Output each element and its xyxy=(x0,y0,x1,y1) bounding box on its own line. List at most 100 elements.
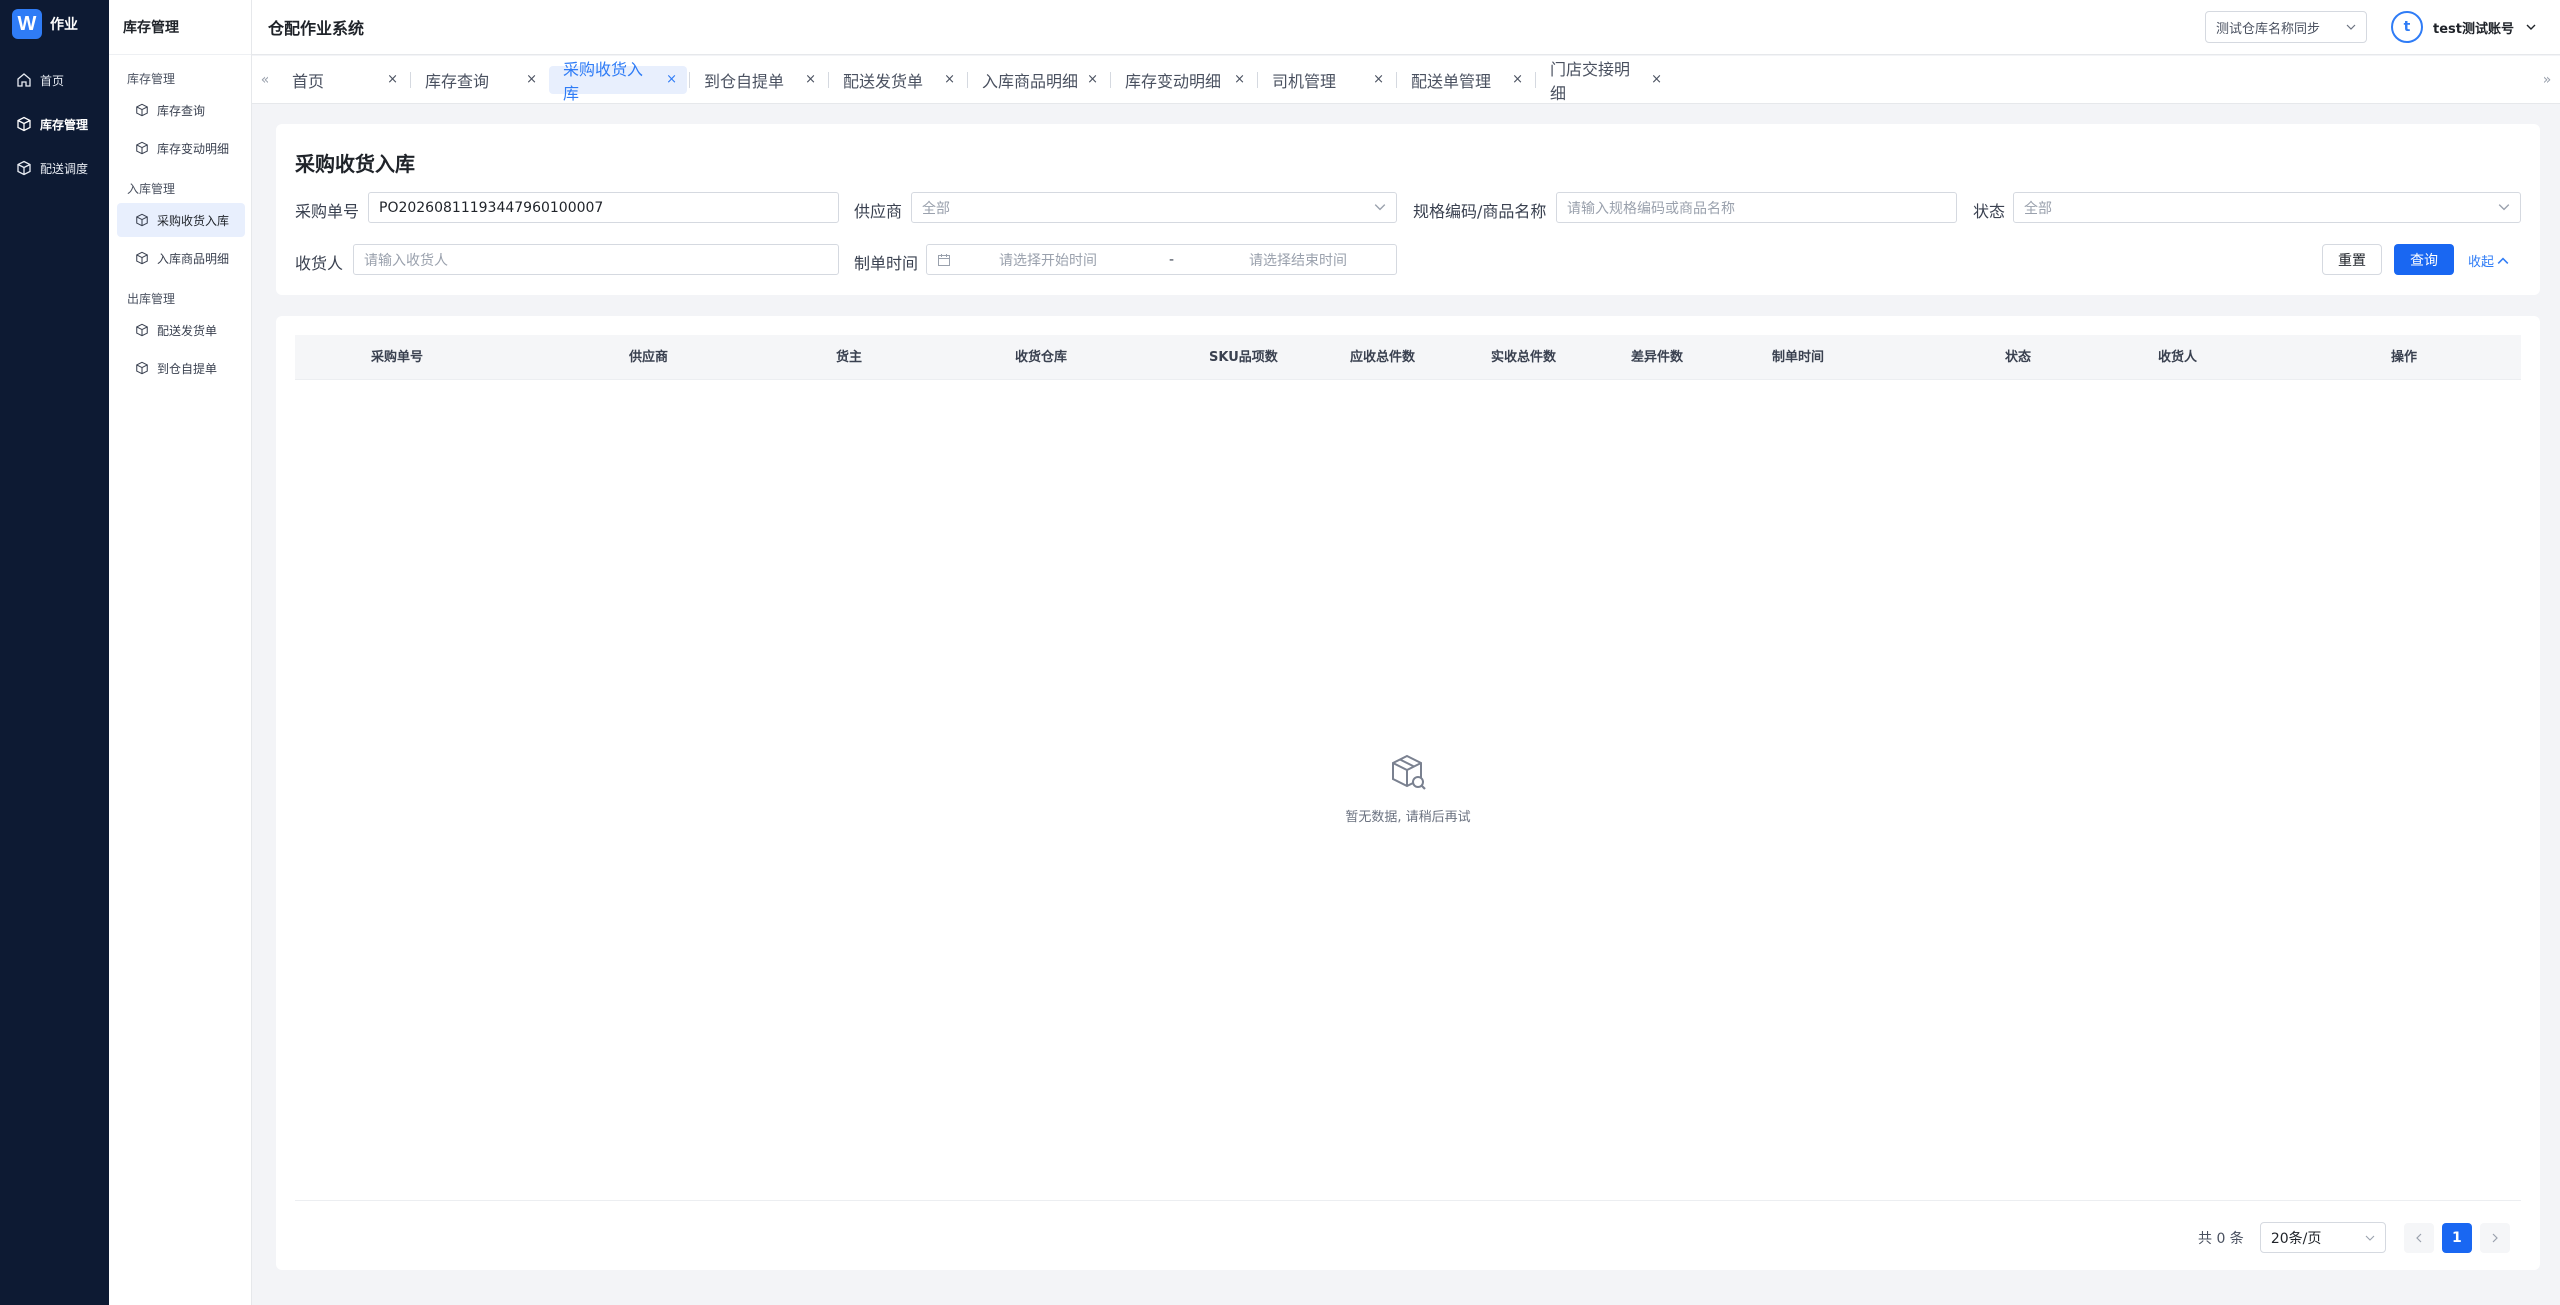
warehouse-select[interactable]: 测试仓库名称同步 xyxy=(2205,11,2368,43)
tab-strip: « 首页 × 库存查询 × 采购收货入库 × 到仓自提单 × 配送发货单 × 入库商品明细… xyxy=(252,56,2560,104)
rail-item-dispatch[interactable]: 配送调度 xyxy=(0,148,109,188)
created-time-range[interactable]: 请选择开始时间 - 请选择结束时间 xyxy=(926,244,1397,275)
submenu-item-label: 到仓自提单 xyxy=(157,361,218,376)
collapse-toggle[interactable]: 收起 xyxy=(2468,251,2509,270)
close-icon[interactable]: × xyxy=(944,72,955,87)
brand[interactable]: W 作业 xyxy=(0,0,109,48)
collapse-label: 收起 xyxy=(2468,255,2495,270)
page-button-current[interactable]: 1 xyxy=(2441,1222,2472,1253)
sku-label: 规格编码/商品名称 xyxy=(1413,202,1547,221)
status-label: 状态 xyxy=(1973,202,2006,221)
tab-inventory-query[interactable]: 库存查询 × xyxy=(411,66,547,94)
chevron-right-icon xyxy=(2492,1233,2498,1242)
close-icon[interactable]: × xyxy=(805,72,816,87)
query-button[interactable]: 查询 xyxy=(2394,244,2454,275)
user-name: test测试账号 xyxy=(2433,21,2514,37)
tab-inbound-details[interactable]: 入库商品明细 × xyxy=(968,66,1108,94)
empty-state: 暂无数据, 请稍后再试 xyxy=(276,752,2540,825)
prev-page-button[interactable] xyxy=(2403,1222,2434,1253)
brand-logo-icon: W xyxy=(12,9,42,39)
tab-inventory-changes[interactable]: 库存变动明细 × xyxy=(1111,66,1255,94)
sku-input[interactable]: 请输入规格编码或商品名称 xyxy=(1556,192,1957,223)
app-title: 仓配作业系统 xyxy=(268,19,365,38)
end-time-input[interactable]: 请选择结束时间 xyxy=(1249,250,1347,270)
tab-label: 到仓自提单 xyxy=(704,71,785,91)
tab-home[interactable]: 首页 × xyxy=(278,66,408,94)
tab-store-handover[interactable]: 门店交接明细 × xyxy=(1536,60,1672,103)
tab-scroll-left-icon[interactable]: « xyxy=(252,72,278,88)
receiver-label: 收货人 xyxy=(295,254,344,273)
pagination: 共 0 条 20条/页 1 xyxy=(2198,1222,2518,1253)
tab-driver-management[interactable]: 司机管理 × xyxy=(1258,66,1394,94)
status-select[interactable]: 全部 xyxy=(2013,192,2521,223)
box-icon xyxy=(136,213,148,227)
column-header: 收货仓库 xyxy=(1015,350,1068,365)
submenu-item-inventory-changes[interactable]: 库存变动明细 xyxy=(117,131,245,165)
submenu-item-delivery-order[interactable]: 配送发货单 xyxy=(117,313,245,347)
menu-group-label: 库存管理 xyxy=(127,72,176,86)
table-header: 采购单号 供应商 货主 收货仓库 SKU品项数 应收总件数 实收总件数 差异件数… xyxy=(295,335,2521,380)
secondary-nav: 库存管理 库存管理 库存查询 库存变动明细 入库管理 采购收货入库 入库商品明细… xyxy=(109,0,252,1305)
close-icon[interactable]: × xyxy=(1373,72,1384,87)
tab-pickup-order[interactable]: 到仓自提单 × xyxy=(690,66,826,94)
page-size-select[interactable]: 20条/页 xyxy=(2259,1222,2386,1253)
tab-label: 司机管理 xyxy=(1272,71,1337,91)
column-header: 制单时间 xyxy=(1772,350,1825,365)
close-icon[interactable]: × xyxy=(1512,72,1523,87)
primary-nav-rail: W 作业 首页 库存管理 配送调度 xyxy=(0,0,109,1305)
tab-list: 首页 × 库存查询 × 采购收货入库 × 到仓自提单 × 配送发货单 × 入库商品明细 × … xyxy=(278,60,2534,103)
close-icon[interactable]: × xyxy=(387,72,398,87)
tab-label: 配送单管理 xyxy=(1411,71,1492,91)
column-header: 差异件数 xyxy=(1631,350,1684,365)
tab-delivery-management[interactable]: 配送单管理 × xyxy=(1397,66,1533,94)
po-number-input[interactable]: PO20260811193447960100007 xyxy=(368,192,839,223)
column-header: 实收总件数 xyxy=(1491,350,1557,365)
chevron-up-icon xyxy=(2497,256,2509,264)
po-number-label: 采购单号 xyxy=(295,202,360,221)
range-separator: - xyxy=(1169,251,1175,268)
created-time-label: 制单时间 xyxy=(854,254,919,273)
rail-item-inventory[interactable]: 库存管理 xyxy=(0,104,109,144)
tab-delivery-order[interactable]: 配送发货单 × xyxy=(829,66,965,94)
submenu-item-label: 库存查询 xyxy=(157,103,206,118)
chevron-down-icon xyxy=(2365,1235,2375,1241)
submenu-item-label: 入库商品明细 xyxy=(157,251,230,266)
box-icon xyxy=(136,323,148,337)
rail-item-label: 首页 xyxy=(40,73,65,88)
chevron-down-icon xyxy=(2526,24,2536,30)
submenu-item-label: 库存变动明细 xyxy=(157,141,230,156)
submenu-item-inbound-details[interactable]: 入库商品明细 xyxy=(117,241,245,275)
tab-scroll-right-icon[interactable]: » xyxy=(2534,72,2560,88)
close-icon[interactable]: × xyxy=(1087,72,1098,87)
close-icon[interactable]: × xyxy=(526,72,537,87)
submenu-item-purchase-receipt[interactable]: 采购收货入库 xyxy=(117,203,245,237)
calendar-icon xyxy=(938,253,950,266)
column-header: 货主 xyxy=(836,350,863,365)
supplier-select[interactable]: 全部 xyxy=(911,192,1397,223)
tab-purchase-receipt[interactable]: 采购收货入库 × xyxy=(549,60,687,103)
close-icon[interactable]: × xyxy=(666,72,677,87)
user-menu[interactable]: t test测试账号 xyxy=(2391,11,2536,43)
submenu-item-pickup-order[interactable]: 到仓自提单 xyxy=(117,351,245,385)
menu-group-label: 出库管理 xyxy=(127,292,176,306)
receiver-input[interactable]: 请输入收货人 xyxy=(353,244,839,275)
box-icon xyxy=(17,116,31,132)
close-icon[interactable]: × xyxy=(1234,72,1245,87)
total-count: 共 0 条 xyxy=(2198,1230,2244,1247)
box-icon xyxy=(17,160,31,176)
start-time-input[interactable]: 请选择开始时间 xyxy=(999,250,1169,270)
box-icon xyxy=(136,141,148,155)
column-header: SKU品项数 xyxy=(1209,350,1278,365)
box-icon xyxy=(136,361,148,375)
close-icon[interactable]: × xyxy=(1651,72,1662,87)
rail-item-home[interactable]: 首页 xyxy=(0,60,109,100)
submenu-item-label: 采购收货入库 xyxy=(157,213,230,228)
submenu-item-label: 配送发货单 xyxy=(157,323,218,338)
submenu-item-inventory-query[interactable]: 库存查询 xyxy=(117,93,245,127)
home-icon xyxy=(17,73,31,87)
tab-label: 首页 xyxy=(292,71,325,91)
tab-label: 门店交接明细 xyxy=(1550,59,1631,103)
reset-button[interactable]: 重置 xyxy=(2322,244,2382,275)
tab-label: 配送发货单 xyxy=(843,71,924,91)
next-page-button[interactable] xyxy=(2479,1222,2510,1253)
